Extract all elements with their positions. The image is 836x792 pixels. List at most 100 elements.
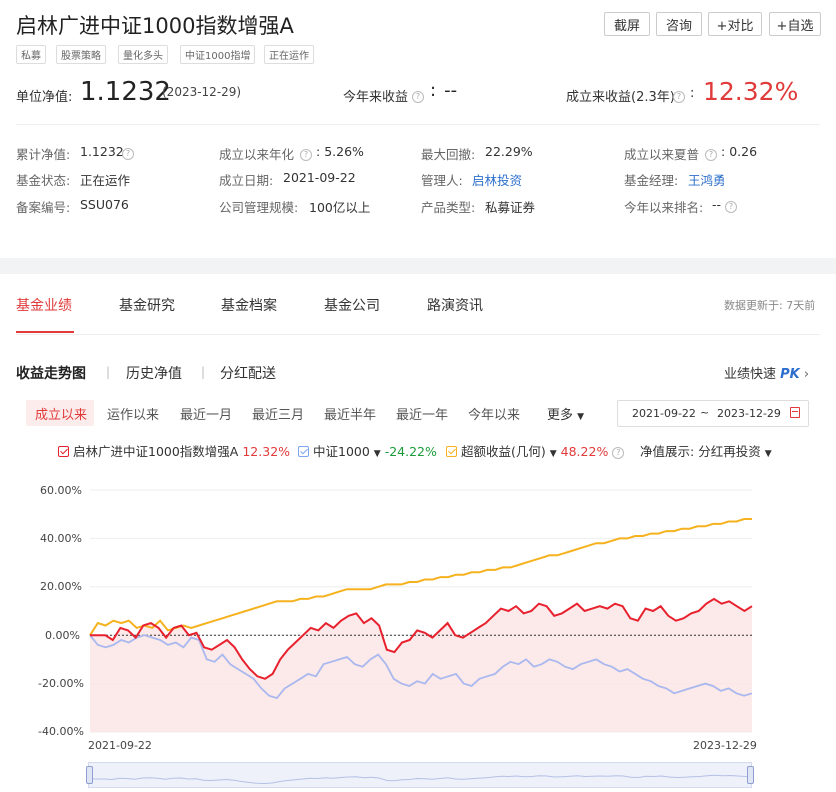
since-help-icon[interactable]: ? xyxy=(673,86,685,105)
ytd-value-text: -- xyxy=(444,80,458,101)
legend-index[interactable]: 中证1000 ▼ -24.22% xyxy=(298,441,437,460)
pk-label: 业绩快速 xyxy=(724,367,777,382)
annual-value-wrap: : 5.26% xyxy=(316,144,364,159)
chevron-right-icon: › xyxy=(803,367,810,382)
return-chart[interactable] xyxy=(0,470,836,740)
update-time: 数据更新于: 7天前 xyxy=(724,299,816,312)
active-tab-indicator xyxy=(16,331,74,333)
tag-strategy: 股票策略 xyxy=(56,45,106,64)
tab-divider xyxy=(16,334,820,335)
section-separator xyxy=(0,258,836,274)
caret-down-icon: ▼ xyxy=(373,449,381,459)
tab-performance[interactable]: 基金业绩 xyxy=(16,295,72,315)
drawdown-label: 最大回撤: xyxy=(421,147,476,162)
scale-value: 100亿以上 xyxy=(309,200,371,215)
legend-fund[interactable]: 启林广进中证1000指数增强A 12.32% xyxy=(58,441,290,460)
unit-nav-label: 单位净值: xyxy=(16,90,73,105)
sharpe-value-wrap: : 0.26 xyxy=(721,144,758,159)
consult-button[interactable]: 咨询 xyxy=(656,12,702,36)
range-more-label: 更多 xyxy=(547,408,574,423)
unit-nav-date: (2023-12-29) xyxy=(162,85,242,99)
tab-roadshow[interactable]: 路演资讯 xyxy=(427,295,483,315)
drawdown-value: 22.29% xyxy=(485,144,533,159)
range-1m[interactable]: 最近一月 xyxy=(180,404,232,423)
type-value: 私募证券 xyxy=(485,200,536,215)
display-value: 分红再投资 xyxy=(698,444,761,459)
tab-company[interactable]: 基金公司 xyxy=(324,295,380,315)
caret-down-icon: ▼ xyxy=(764,449,772,459)
legend-index-value: -24.22% xyxy=(384,444,437,459)
checkbox-icon xyxy=(446,446,457,457)
subtab-nav-history[interactable]: 历史净值 xyxy=(126,363,182,383)
divider xyxy=(16,124,820,125)
legend-fund-value: 12.32% xyxy=(242,444,291,459)
sharpe-label: 成立以来夏普 xyxy=(624,147,700,162)
annual-value: 5.26% xyxy=(324,144,364,159)
reg-value: SSU076 xyxy=(80,197,129,212)
pm-link[interactable]: 王鸿勇 xyxy=(688,170,726,189)
reg-label: 备案编号: xyxy=(16,200,71,215)
cum-help-icon[interactable]: ? xyxy=(122,143,134,162)
checkbox-icon xyxy=(58,446,69,457)
x-tick-start: 2021-09-22 xyxy=(88,739,152,752)
sharpe-help-icon[interactable]: ? xyxy=(705,144,717,163)
status-label: 基金状态: xyxy=(16,173,71,188)
legend-fund-name: 启林广进中证1000指数增强A xyxy=(73,444,239,459)
inception-value: 2021-09-22 xyxy=(283,170,356,185)
calendar-icon xyxy=(790,407,800,418)
date-range-picker[interactable]: 2021-09-22 ~ 2023-12-29 xyxy=(617,400,809,427)
range-since-inception[interactable]: 成立以来 xyxy=(35,404,87,423)
watchlist-button[interactable]: +自选 xyxy=(769,12,821,36)
annual-label: 成立以来年化 xyxy=(219,147,295,162)
rank-help-icon[interactable]: ? xyxy=(725,196,737,215)
type-label: 产品类型: xyxy=(421,200,476,215)
subtab-return-chart[interactable]: 收益走势图 xyxy=(16,363,86,383)
legend-excess[interactable]: 超额收益(几何) ▼ 48.22% ? xyxy=(446,441,625,460)
rank-label: 今年以来排名: xyxy=(624,200,704,215)
tag-quant: 量化多头 xyxy=(118,45,168,64)
tab-archive[interactable]: 基金档案 xyxy=(221,295,277,315)
tag-index: 中证1000指增 xyxy=(180,45,256,64)
display-mode-select[interactable]: 净值展示: 分红再投资 ▼ xyxy=(640,441,772,460)
tab-research[interactable]: 基金研究 xyxy=(119,295,175,315)
range-navigator[interactable] xyxy=(88,762,753,788)
navigator-preview xyxy=(89,774,753,785)
compare-button[interactable]: +对比 xyxy=(708,12,762,36)
subtab-sep: | xyxy=(201,365,206,379)
range-ytd[interactable]: 今年以来 xyxy=(468,404,520,423)
navigator-left-handle[interactable] xyxy=(86,766,93,784)
pm-label: 基金经理: xyxy=(624,173,679,188)
pk-logo: PK xyxy=(780,367,800,382)
subtab-dividend[interactable]: 分红配送 xyxy=(220,363,276,383)
display-label: 净值展示: xyxy=(640,444,695,459)
screenshot-button[interactable]: 截屏 xyxy=(604,12,650,36)
status-value: 正在运作 xyxy=(80,173,131,188)
rank-value: -- xyxy=(712,197,722,212)
sharpe-value: 0.26 xyxy=(729,144,758,159)
date-tilde: ~ xyxy=(700,406,710,419)
range-more[interactable]: 更多 ▼ xyxy=(547,404,584,423)
caret-down-icon: ▼ xyxy=(549,449,557,459)
range-since-operation[interactable]: 运作以来 xyxy=(107,404,159,423)
cum-label: 累计净值: xyxy=(16,147,71,162)
manager-link[interactable]: 启林投资 xyxy=(472,170,522,189)
since-value: 12.32% xyxy=(703,77,799,106)
tag-status: 正在运作 xyxy=(264,45,314,64)
since-label: 成立来收益(2.3年) xyxy=(566,90,675,105)
annual-help-icon[interactable]: ? xyxy=(300,144,312,163)
range-1y[interactable]: 最近一年 xyxy=(396,404,448,423)
colon: : xyxy=(690,86,695,101)
legend-index-name: 中证1000 xyxy=(313,444,370,459)
unit-nav-value: 1.1232 xyxy=(80,77,171,107)
navigator-right-handle[interactable] xyxy=(747,766,754,784)
cum-value: 1.1232 xyxy=(80,144,124,159)
ytd-label: 今年来收益 xyxy=(343,90,409,105)
range-3m[interactable]: 最近三月 xyxy=(252,404,304,423)
tag-private: 私募 xyxy=(16,45,46,64)
ytd-help-icon[interactable]: ? xyxy=(412,86,424,105)
help-icon[interactable]: ? xyxy=(612,446,625,459)
range-6m[interactable]: 最近半年 xyxy=(324,404,376,423)
pk-link[interactable]: 业绩快速 PK › xyxy=(724,363,809,382)
caret-down-icon: ▼ xyxy=(577,412,585,422)
subtab-sep: | xyxy=(106,365,111,379)
